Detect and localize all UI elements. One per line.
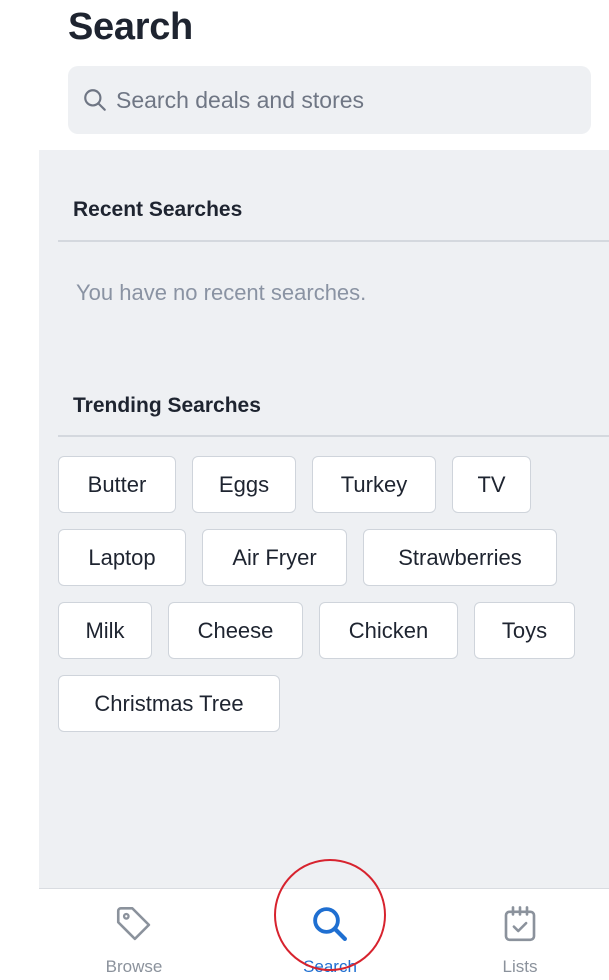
search-icon (313, 907, 347, 941)
calendar-check-icon (504, 906, 536, 942)
tab-search[interactable]: Search (255, 889, 405, 980)
trending-divider (58, 435, 609, 437)
trending-chip[interactable]: Butter (58, 456, 176, 513)
recent-empty-text: You have no recent searches. (76, 280, 367, 305)
trending-chips: Butter Eggs Turkey TV Laptop Air Fryer S… (58, 456, 598, 748)
tab-browse-label: Browse (105, 957, 163, 976)
trending-searches-title: Trending Searches (73, 394, 261, 417)
trending-chip[interactable]: Eggs (192, 456, 296, 513)
trending-chip[interactable]: Milk (58, 602, 152, 659)
trending-chip[interactable]: Strawberries (363, 529, 557, 586)
chip-row: Laptop Air Fryer Strawberries (58, 529, 598, 586)
trending-chip[interactable]: Laptop (58, 529, 186, 586)
chip-row: Milk Cheese Chicken Toys (58, 602, 598, 659)
recent-divider (58, 240, 609, 242)
tab-browse[interactable]: Browse (59, 889, 209, 980)
tab-lists[interactable]: Lists (445, 889, 595, 980)
trending-chip[interactable]: Chicken (319, 602, 458, 659)
chip-row: Christmas Tree (58, 675, 598, 732)
trending-chip[interactable]: Air Fryer (202, 529, 347, 586)
tab-search-label: Search (303, 957, 357, 976)
trending-chip[interactable]: Turkey (312, 456, 436, 513)
search-content-panel: Recent Searches You have no recent searc… (39, 150, 609, 890)
chip-row: Butter Eggs Turkey TV (58, 456, 598, 513)
trending-chip[interactable]: TV (452, 456, 531, 513)
trending-chip[interactable]: Toys (474, 602, 575, 659)
search-bar[interactable] (68, 66, 591, 134)
page-title: Search (68, 6, 193, 48)
trending-chip[interactable]: Cheese (168, 602, 303, 659)
search-icon (84, 89, 106, 111)
recent-searches-title: Recent Searches (73, 198, 243, 221)
trending-chip[interactable]: Christmas Tree (58, 675, 280, 732)
tab-bar: Browse Search Lists (39, 859, 609, 980)
search-input[interactable] (116, 86, 556, 114)
tab-lists-label: Lists (502, 957, 538, 976)
tag-icon (116, 906, 151, 941)
